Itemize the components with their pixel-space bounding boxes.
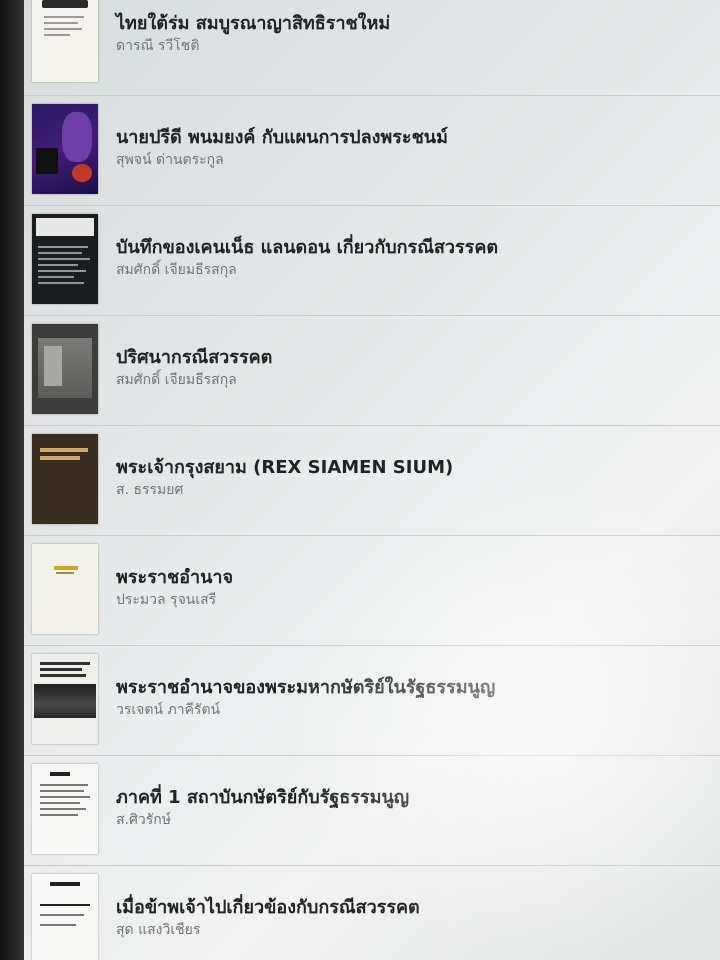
book-title[interactable]: บันทึกของเคนเน็ธ แลนดอน เกี่ยวกับกรณีสวร… — [116, 236, 706, 260]
book-row[interactable]: นายปรีดี พนมยงค์ กับแผนการปลงพระชนม์ สุพ… — [24, 96, 720, 206]
book-list-screen: ไทยใต้ร่ม สมบูรณาญาสิทธิราชใหม่ ดารณี รว… — [24, 0, 720, 960]
book-row[interactable]: พระราชอำนาจของพระมหากษัตริย์ในรัฐธรรมนูญ… — [24, 646, 720, 756]
book-author: สมศักดิ์ เจียมธีรสกุล — [116, 262, 237, 278]
book-row[interactable]: บันทึกของเคนเน็ธ แลนดอน เกี่ยวกับกรณีสวร… — [24, 206, 720, 316]
book-author: ส.ศิวรักษ์ — [116, 812, 171, 828]
book-title[interactable]: เมื่อข้าพเจ้าไปเกี่ยวข้องกับกรณีสวรรคต — [116, 896, 706, 920]
book-row[interactable]: ปริศนากรณีสวรรคต สมศักดิ์ เจียมธีรสกุล — [24, 316, 720, 426]
book-cover[interactable] — [32, 324, 98, 414]
book-cover[interactable] — [32, 654, 98, 744]
book-cover[interactable] — [32, 434, 98, 524]
book-row[interactable]: ไทยใต้ร่ม สมบูรณาญาสิทธิราชใหม่ ดารณี รว… — [24, 0, 720, 96]
book-row[interactable]: พระราชอำนาจ ประมวล รุจนเสรี — [24, 536, 720, 646]
book-author: วรเจตน์ ภาคีรัตน์ — [116, 702, 221, 718]
book-author: ดารณี รวีโชติ — [116, 38, 200, 54]
book-row[interactable]: เมื่อข้าพเจ้าไปเกี่ยวข้องกับกรณีสวรรคต ส… — [24, 866, 720, 960]
book-list: ไทยใต้ร่ม สมบูรณาญาสิทธิราชใหม่ ดารณี รว… — [24, 0, 720, 960]
book-title[interactable]: นายปรีดี พนมยงค์ กับแผนการปลงพระชนม์ — [116, 126, 706, 150]
book-title[interactable]: พระราชอำนาจของพระมหากษัตริย์ในรัฐธรรมนูญ — [116, 676, 706, 700]
book-author: สมศักดิ์ เจียมธีรสกุล — [116, 372, 237, 388]
book-title[interactable]: พระราชอำนาจ — [116, 566, 706, 590]
book-cover[interactable] — [32, 214, 98, 304]
book-cover[interactable] — [32, 544, 98, 634]
device-bezel — [0, 0, 26, 960]
book-title[interactable]: พระเจ้ากรุงสยาม (REX SIAMEN SIUM) — [116, 456, 706, 480]
book-author: ประมวล รุจนเสรี — [116, 592, 217, 608]
book-author: ส. ธรรมยศ — [116, 482, 184, 498]
book-author: สุด แสงวิเชียร — [116, 922, 201, 938]
book-cover[interactable] — [32, 0, 98, 82]
book-cover[interactable] — [32, 104, 98, 194]
book-row[interactable]: ภาคที่ 1 สถาบันกษัตริย์กับรัฐธรรมนูญ ส.ศ… — [24, 756, 720, 866]
book-cover[interactable] — [32, 874, 98, 960]
book-title[interactable]: ไทยใต้ร่ม สมบูรณาญาสิทธิราชใหม่ — [116, 12, 706, 36]
book-title[interactable]: ภาคที่ 1 สถาบันกษัตริย์กับรัฐธรรมนูญ — [116, 786, 706, 810]
book-author: สุพจน์ ด่านตระกูล — [116, 152, 224, 168]
book-row[interactable]: พระเจ้ากรุงสยาม (REX SIAMEN SIUM) ส. ธรร… — [24, 426, 720, 536]
book-title[interactable]: ปริศนากรณีสวรรคต — [116, 346, 706, 370]
book-cover[interactable] — [32, 764, 98, 854]
